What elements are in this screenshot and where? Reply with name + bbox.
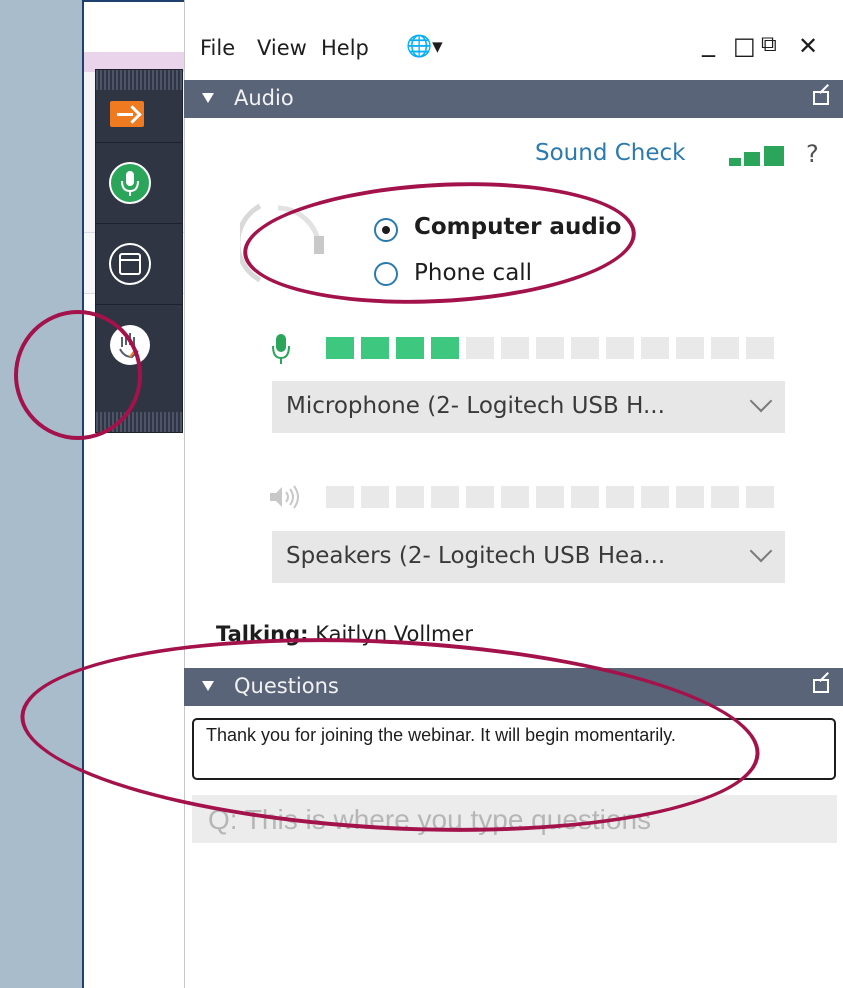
audio-header-label: Audio [234,86,294,110]
level-meter-segment [326,337,354,359]
level-meter-segment [361,486,389,508]
computer-audio-label: Computer audio [414,214,622,240]
level-meter-segment [746,486,774,508]
headset-icon [240,203,324,283]
restore-button[interactable]: ⧉ [761,32,777,57]
level-meter-segment [571,337,599,359]
close-button[interactable]: ✕ [798,32,818,60]
talking-indicator: Talking: Kaitlyn Vollmer [216,622,473,646]
toolbar-grip[interactable] [96,412,182,432]
computer-audio-option[interactable]: Computer audio [370,214,630,248]
raise-hand-icon[interactable] [108,323,152,367]
chevron-down-icon [749,389,773,413]
background-strip [84,52,194,72]
speaker-level-meter [326,486,786,510]
level-meter-segment [711,486,739,508]
level-meter-segment [501,486,529,508]
level-meter-segment [466,337,494,359]
level-meter-segment [326,486,354,508]
menu-view[interactable]: View [257,36,307,60]
collapse-triangle-icon[interactable] [202,93,214,103]
question-input[interactable]: Q: This is where you type questions [192,795,837,843]
audio-section-header[interactable]: Audio [184,80,843,118]
level-meter-segment [396,337,424,359]
signal-bars-icon [729,146,785,168]
level-meter-segment [676,337,704,359]
minimize-button[interactable]: _ [702,28,715,58]
language-globe-icon[interactable]: 🌐▾ [406,34,443,59]
talking-label: Talking: [216,622,309,646]
level-meter-segment [396,486,424,508]
popout-icon[interactable] [813,91,829,105]
phone-call-radio[interactable] [374,262,398,286]
level-meter-segment [431,337,459,359]
level-meter-segment [746,337,774,359]
microphone-icon[interactable] [108,161,152,205]
level-meter-segment [606,337,634,359]
microphone-select-value: Microphone (2- Logitech USB H... [286,393,665,419]
webinar-message-text: Thank you for joining the webinar. It wi… [206,725,676,745]
floating-toolbar [96,70,182,432]
toolbar-raise-hand-cell[interactable] [96,305,182,410]
level-meter-segment [606,486,634,508]
toolbar-collapse-cell[interactable] [96,90,182,143]
phone-call-option[interactable]: Phone call [370,258,630,292]
menu-file[interactable]: File [200,36,235,60]
question-input-placeholder: Q: This is where you type questions [208,804,652,835]
speakers-select-value: Speakers (2- Logitech USB Hea... [286,543,666,569]
menu-help[interactable]: Help [321,36,369,60]
help-question-icon[interactable]: ? [806,140,819,168]
level-meter-segment [501,337,529,359]
arrow-right-icon[interactable] [110,101,144,127]
level-meter-segment [431,486,459,508]
toolbar-microphone-cell[interactable] [96,143,182,224]
level-meter-segment [571,486,599,508]
microphone-level-icon [272,334,290,364]
speakers-select[interactable]: Speakers (2- Logitech USB Hea... [272,531,785,583]
questions-header-label: Questions [234,674,339,698]
menu-bar: File View Help 🌐▾ _ □ ⧉ ✕ [184,28,843,68]
speaker-level-icon [270,485,299,509]
level-meter-segment [641,337,669,359]
questions-section-header[interactable]: Questions [184,668,843,706]
chevron-down-icon [749,539,773,563]
level-meter-segment [361,337,389,359]
microphone-select[interactable]: Microphone (2- Logitech USB H... [272,381,785,433]
level-meter-segment [711,337,739,359]
toolbar-window-cell[interactable] [96,224,182,305]
microphone-level-meter [326,337,786,361]
maximize-button[interactable]: □ [733,32,756,60]
talking-name: Kaitlyn Vollmer [315,622,474,646]
collapse-triangle-icon[interactable] [202,681,214,691]
popout-icon[interactable] [813,679,829,693]
level-meter-segment [641,486,669,508]
level-meter-segment [536,486,564,508]
computer-audio-radio[interactable] [374,218,398,242]
phone-call-label: Phone call [414,260,533,286]
webinar-message-box: Thank you for joining the webinar. It wi… [192,718,836,780]
level-meter-segment [536,337,564,359]
window-icon[interactable] [108,242,152,286]
level-meter-segment [676,486,704,508]
toolbar-grip[interactable] [96,70,182,90]
level-meter-segment [466,486,494,508]
sound-check-link[interactable]: Sound Check [535,140,686,166]
